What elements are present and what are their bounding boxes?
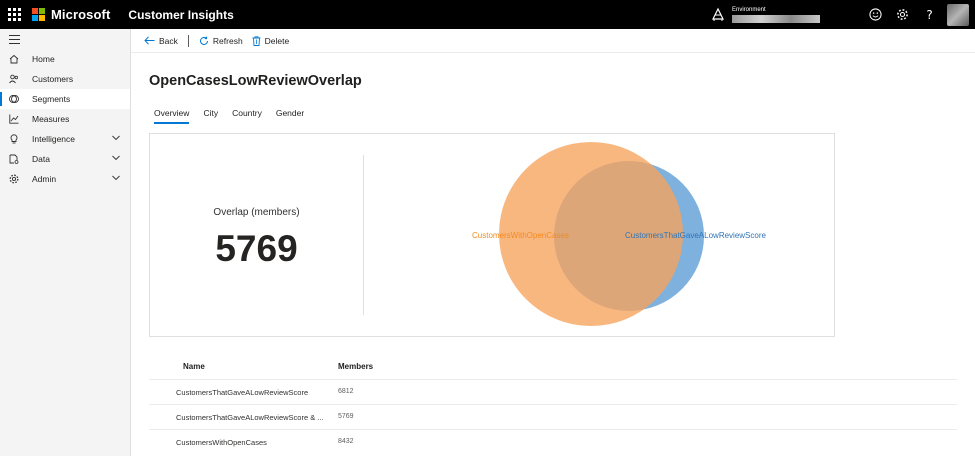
refresh-label: Refresh xyxy=(212,35,243,46)
trash-icon xyxy=(252,35,261,46)
measures-icon xyxy=(9,114,19,124)
venn-diagram: CustomersWithOpenCases CustomersThatGave… xyxy=(472,142,766,326)
settings-gear-icon[interactable] xyxy=(889,0,916,29)
row-members: 8432 xyxy=(338,438,354,445)
help-icon[interactable]: ? xyxy=(916,0,943,29)
data-icon xyxy=(9,154,19,164)
environment-value-redacted xyxy=(732,14,820,23)
sidebar-item-admin[interactable]: Admin xyxy=(0,169,130,189)
lightbulb-icon xyxy=(9,134,19,144)
command-bar: Back Refresh Delete xyxy=(131,29,975,53)
waffle-icon[interactable] xyxy=(0,0,28,29)
top-bar: Microsoft Customer Insights Environment … xyxy=(0,0,975,29)
sidebar-item-label: Home xyxy=(32,54,55,64)
environment-label: Environment xyxy=(732,6,766,13)
tab-country[interactable]: Country xyxy=(227,105,267,124)
tab-gender[interactable]: Gender xyxy=(271,105,309,124)
gear-icon xyxy=(9,174,19,184)
overlap-value: 5769 xyxy=(215,228,298,269)
delete-button[interactable]: Delete xyxy=(252,35,290,46)
row-name: CustomersThatGaveALowReviewScore xyxy=(176,388,309,397)
environment-icon[interactable] xyxy=(710,7,726,23)
command-divider xyxy=(187,34,189,47)
row-members: 6812 xyxy=(338,388,354,395)
environment-picker[interactable]: Environment xyxy=(732,7,842,23)
table-row[interactable]: CustomersWithOpenCases 8432 xyxy=(149,429,957,454)
microsoft-logo[interactable]: Microsoft xyxy=(32,7,110,22)
venn-label-open-cases: CustomersWithOpenCases xyxy=(472,231,569,240)
sidebar-item-home[interactable]: Home xyxy=(0,49,130,69)
back-label: Back xyxy=(159,35,178,46)
column-header-members[interactable]: Members xyxy=(338,362,373,371)
sidebar-item-data[interactable]: Data xyxy=(0,149,130,169)
sidebar-item-label: Segments xyxy=(32,94,71,104)
back-arrow-icon xyxy=(144,36,155,45)
segments-icon xyxy=(9,94,19,104)
smiley-icon[interactable] xyxy=(862,0,889,29)
sidebar-item-measures[interactable]: Measures xyxy=(0,109,130,129)
venn-label-low-review: CustomersThatGaveALowReviewScore xyxy=(625,231,766,240)
hamburger-menu-icon[interactable] xyxy=(0,29,130,49)
chevron-down-icon[interactable] xyxy=(112,155,120,161)
sidebar: Home Customers Segments Measures Intelli… xyxy=(0,29,131,456)
tab-bar: Overview City Country Gender xyxy=(149,105,313,124)
row-members: 5769 xyxy=(338,413,354,420)
row-name: CustomersThatGaveALowReviewScore & ... xyxy=(176,413,324,422)
row-name: CustomersWithOpenCases xyxy=(176,438,267,447)
app-name[interactable]: Customer Insights xyxy=(128,8,233,22)
brand-name: Microsoft xyxy=(51,7,111,22)
back-button[interactable]: Back xyxy=(144,36,178,46)
chevron-down-icon[interactable] xyxy=(112,135,120,141)
refresh-icon xyxy=(199,36,208,45)
sidebar-item-segments[interactable]: Segments xyxy=(0,89,130,109)
sidebar-item-label: Customers xyxy=(32,74,74,84)
sidebar-item-customers[interactable]: Customers xyxy=(0,69,130,89)
page-title: OpenCasesLowReviewOverlap xyxy=(149,73,362,89)
sidebar-item-label: Admin xyxy=(32,174,57,184)
microsoft-logo-icon xyxy=(32,8,45,21)
sidebar-item-label: Intelligence xyxy=(32,134,76,144)
overlap-card: Overlap (members) 5769 CustomersWithOpen… xyxy=(149,133,835,337)
table-row[interactable]: CustomersThatGaveALowReviewScore 6812 xyxy=(149,379,957,404)
tab-city[interactable]: City xyxy=(198,105,223,124)
table-row[interactable]: CustomersThatGaveALowReviewScore & ... 5… xyxy=(149,404,957,429)
sidebar-item-label: Measures xyxy=(32,114,70,124)
sidebar-item-intelligence[interactable]: Intelligence xyxy=(0,129,130,149)
column-header-name[interactable]: Name xyxy=(183,362,205,371)
refresh-button[interactable]: Refresh xyxy=(199,36,243,46)
avatar[interactable] xyxy=(947,3,969,26)
overlap-label: Overlap (members) xyxy=(213,207,300,218)
chevron-down-icon[interactable] xyxy=(112,175,120,181)
customers-icon xyxy=(9,74,19,84)
tab-overview[interactable]: Overview xyxy=(149,105,194,124)
delete-label: Delete xyxy=(264,35,290,46)
home-icon xyxy=(9,54,19,64)
sidebar-item-label: Data xyxy=(32,154,50,164)
